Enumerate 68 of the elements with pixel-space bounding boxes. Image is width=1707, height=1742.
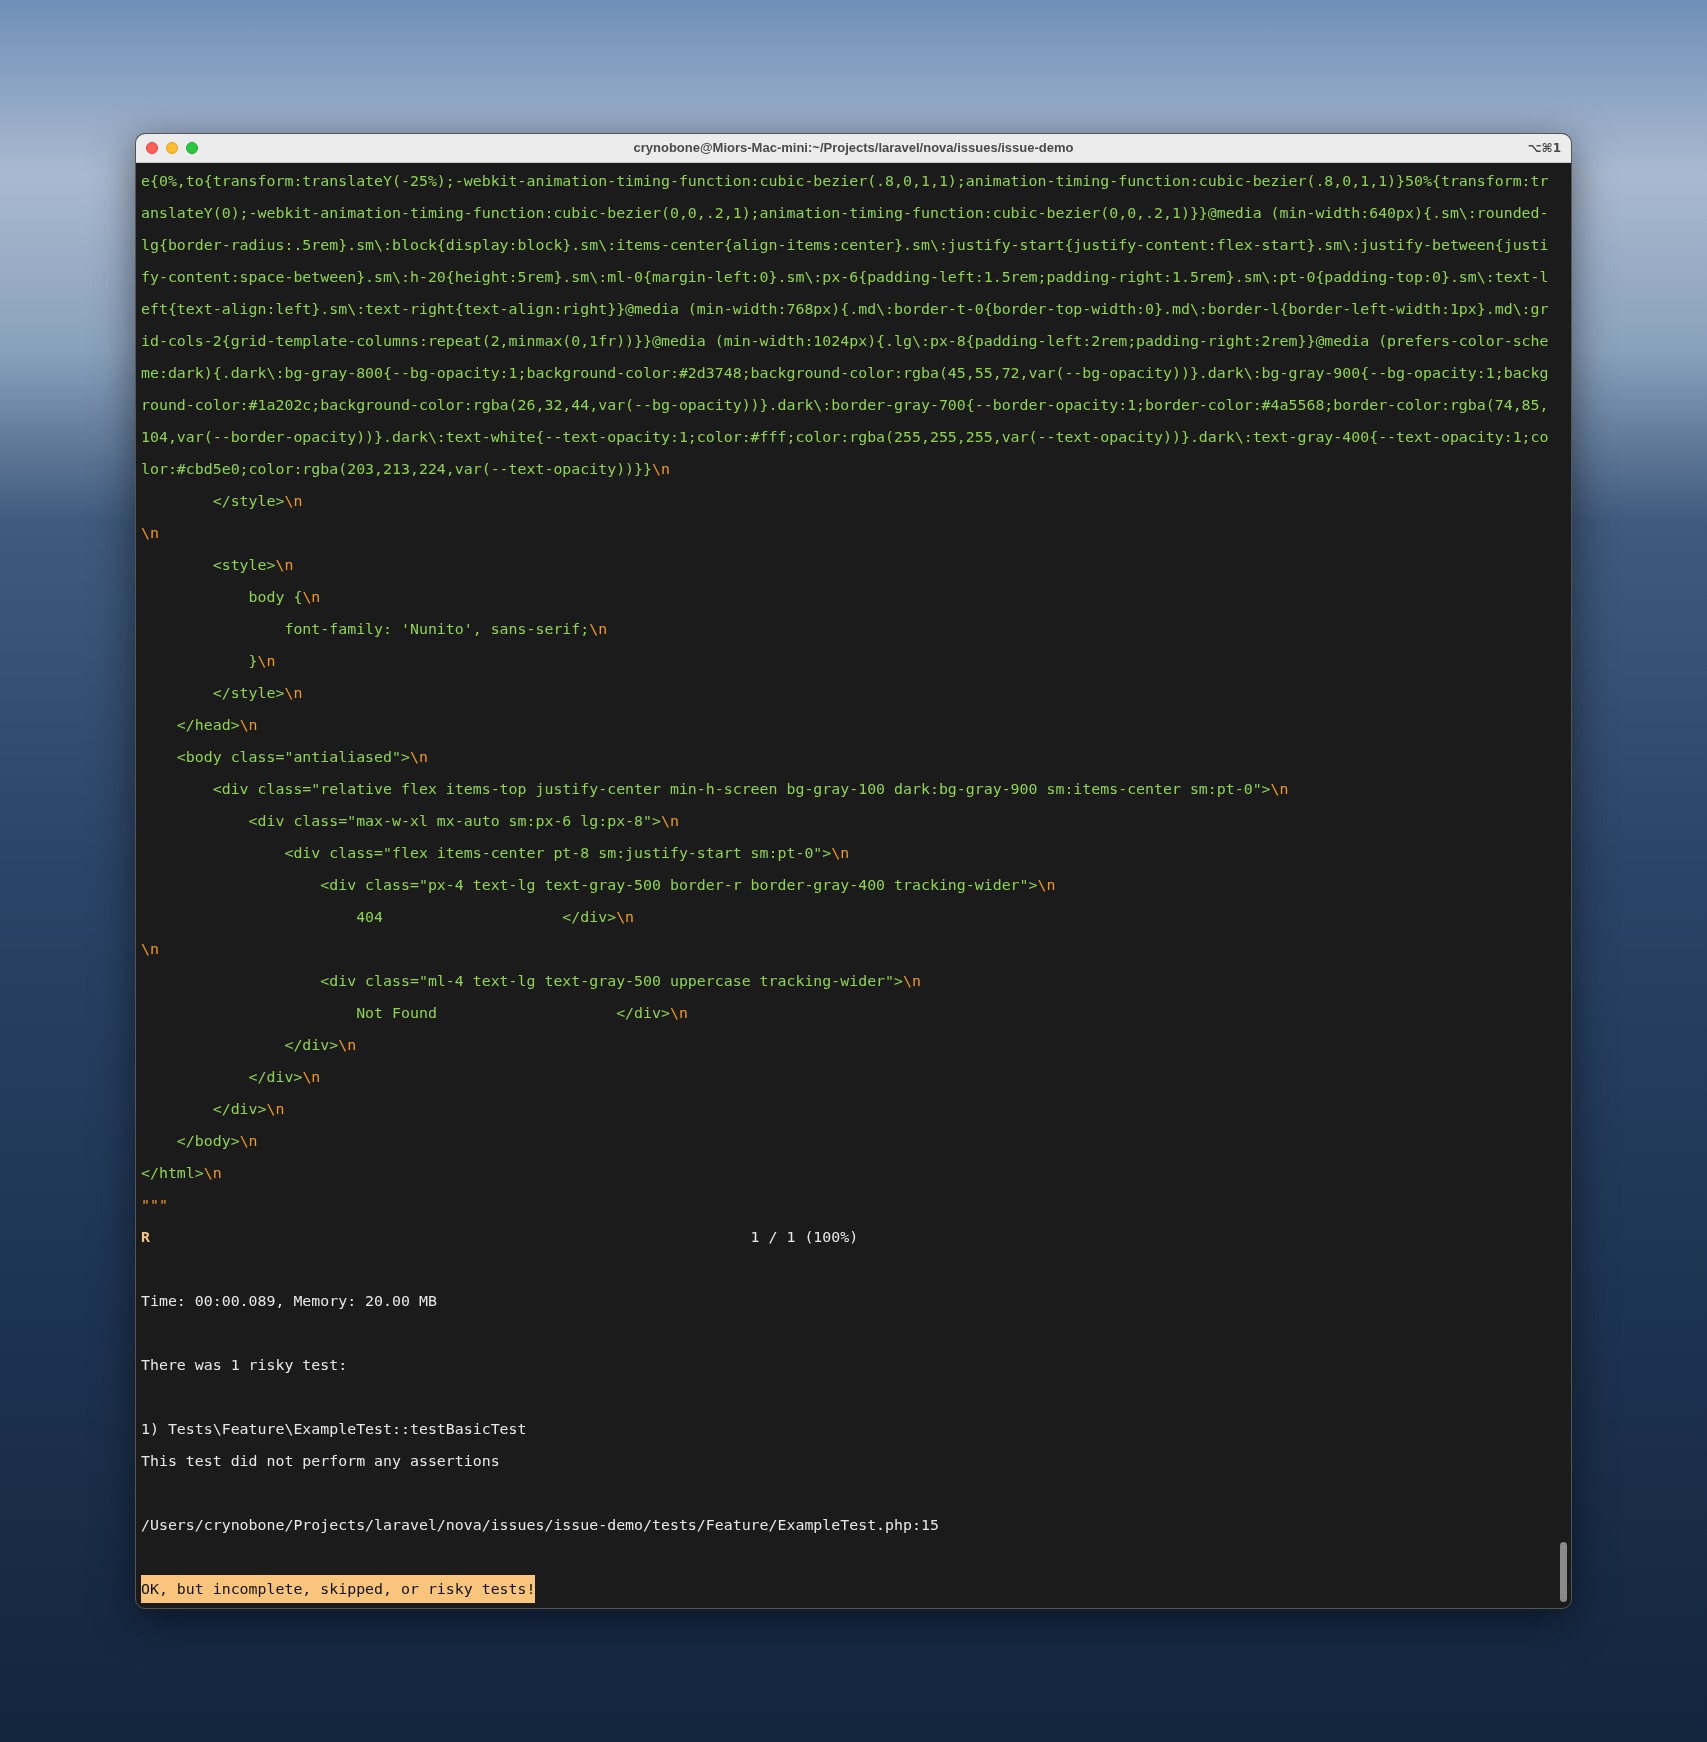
- newline-marker: \n: [284, 490, 303, 512]
- newline-marker: \n: [266, 1098, 285, 1120]
- shortcut-label: ⌥⌘1: [1527, 140, 1561, 157]
- code-line: <div class="relative flex items-top justify-center min-h-screen bg-gray-100 dark:bg-gray-900 sm:items-center sm:pt-0">: [211, 778, 1271, 800]
- code-line: }: [247, 650, 258, 672]
- newline-marker: \n: [831, 842, 850, 864]
- newline-marker: \n: [239, 714, 258, 736]
- close-button[interactable]: [146, 142, 158, 154]
- newline-marker: \n: [284, 682, 303, 704]
- progress-text: 1 / 1 (100%): [750, 1226, 859, 1248]
- zoom-button[interactable]: [186, 142, 198, 154]
- newline-marker: \n: [239, 1130, 258, 1152]
- code-line: </div>: [211, 1098, 267, 1120]
- code-line: </div>: [283, 1034, 339, 1056]
- newline-marker: \n: [203, 1162, 222, 1184]
- code-line: <body class="antialiased">: [175, 746, 410, 768]
- newline-marker: \n: [141, 522, 159, 544]
- newline-marker: \n: [409, 746, 428, 768]
- code-line: <div class="max-w-xl mx-auto sm:px-6 lg:px-8">: [247, 810, 661, 832]
- newline-marker: \n: [275, 554, 294, 576]
- output-line: 1) Tests\Feature\ExampleTest::testBasicTest: [141, 1418, 527, 1440]
- code-line: round-color:#1a202c;background-color:rgba(26,32,44,var(--bg-opacity))}.dark\:border-gray-700{--border-opacity:1;border-color:#4a5568;border-color:rgba(74,85,: [141, 394, 1549, 416]
- output-line: There was 1 risky test:: [141, 1354, 348, 1376]
- newline-marker: \n: [589, 618, 608, 640]
- newline-marker: """: [141, 1194, 168, 1216]
- output-line: Time: 00:00.089, Memory: 20.00 MB: [141, 1290, 437, 1312]
- newline-marker: \n: [302, 1066, 321, 1088]
- newline-marker: \n: [660, 810, 679, 832]
- code-line: 404 </div>: [355, 906, 617, 928]
- newline-marker: \n: [302, 586, 321, 608]
- newline-marker: \n: [141, 938, 159, 960]
- newline-marker: \n: [257, 650, 276, 672]
- newline-marker: \n: [903, 970, 921, 992]
- code-line: </style>: [211, 682, 285, 704]
- newline-marker: \n: [652, 458, 670, 480]
- code-line: </head>: [175, 714, 240, 736]
- risky-result-marker: R: [141, 1226, 150, 1248]
- code-line: anslateY(0);-webkit-animation-timing-function:cubic-bezier(0,0,.2,1);animation-timing-function:cubic-bezier(0,0,.2,1)}}@media (min-width:640px){.sm\:rounded-: [141, 202, 1549, 224]
- code-line: e{0%,to{transform:translateY(-25%);-webkit-animation-timing-function:cubic-bezier(.8,0,1,1);animation-timing-function:cubic-bezier(.8,0,1,1)}50%{transform:tr: [141, 170, 1549, 192]
- code-line: <div class="ml-4 text-lg text-gray-500 uppercase tracking-wider">: [319, 970, 904, 992]
- code-line: id-cols-2{grid-template-columns:repeat(2,minmax(0,1fr))}}@media (min-width:1024px){.lg\:px-8{padding-left:2rem;padding-right:2rem}}@media (prefers-color-sche: [141, 330, 1549, 352]
- window-title: crynobone@Miors-Mac-mini:~/Projects/laravel/nova/issues/issue-demo: [633, 139, 1074, 158]
- newline-marker: \n: [1037, 874, 1056, 896]
- output-line: This test did not perform any assertions: [141, 1450, 500, 1472]
- newline-marker: \n: [616, 906, 635, 928]
- code-line: me:dark){.dark\:bg-gray-800{--bg-opacity:1;background-color:#2d3748;background-color:rgba(45,55,72,var(--bg-opacity))}.dark\:bg-gray-900{--bg-opacity:1;backg: [141, 362, 1549, 384]
- scrollbar-thumb[interactable]: [1560, 1542, 1567, 1602]
- code-line: body {: [247, 586, 303, 608]
- code-line: lg{border-radius:.5rem}.sm\:block{display:block}.sm\:items-center{align-items:center}.sm\:justify-start{justify-content:flex-start}.sm\:justify-between{justi: [141, 234, 1549, 256]
- code-line: <style>: [211, 554, 276, 576]
- minimize-button[interactable]: [166, 142, 178, 154]
- code-line: </body>: [175, 1130, 240, 1152]
- code-line: </style>: [211, 490, 285, 512]
- newline-marker: \n: [669, 1002, 688, 1024]
- code-line: lor:#cbd5e0;color:rgba(203,213,224,var(--text-opacity))}}: [141, 458, 652, 480]
- newline-marker: \n: [1270, 778, 1289, 800]
- code-line: </html>: [141, 1162, 204, 1184]
- code-line: <div class="flex items-center pt-8 sm:justify-start sm:pt-0">: [283, 842, 832, 864]
- code-line: </div>: [247, 1066, 303, 1088]
- newline-marker: \n: [338, 1034, 357, 1056]
- status-banner: OK, but incomplete, skipped, or risky tests!: [141, 1575, 536, 1603]
- code-line: eft{text-align:left}.sm\:text-right{text-align:right}}@media (min-width:768px){.md\:border-t-0{border-top-width:0}.md\:border-l{border-left-width:1px}.md\:gr: [141, 298, 1549, 320]
- code-line: font-family: 'Nunito', sans-serif;: [283, 618, 590, 640]
- code-line: fy-content:space-between}.sm\:h-20{height:5rem}.sm\:ml-0{margin-left:0}.sm\:px-6{padding-left:1.5rem;padding-right:1.5rem}.sm\:pt-0{padding-top:0}.sm\:text-l: [141, 266, 1549, 288]
- code-line: 104,var(--border-opacity))}.dark\:text-white{--text-opacity:1;color:#fff;color:rgba(255,255,255,var(--text-opacity))}.dark\:text-gray-400{--text-opacity:1;co: [141, 426, 1549, 448]
- output-line: /Users/crynobone/Projects/laravel/nova/issues/issue-demo/tests/Feature/ExampleTest.php:15: [141, 1514, 939, 1536]
- code-line: Not Found </div>: [355, 1002, 670, 1024]
- code-line: <div class="px-4 text-lg text-gray-500 border-r border-gray-400 tracking-wider">: [319, 874, 1038, 896]
